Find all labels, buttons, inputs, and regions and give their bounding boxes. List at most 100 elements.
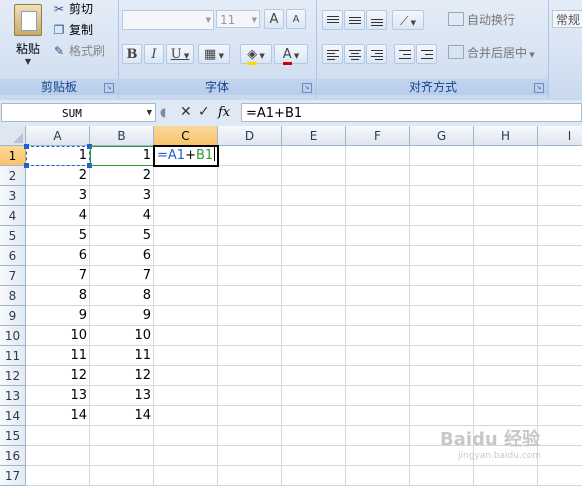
cell[interactable] [218,446,282,466]
cell[interactable] [282,146,346,166]
cell[interactable] [538,306,582,326]
cell[interactable]: 5 [90,226,154,246]
cell[interactable] [538,246,582,266]
row-header-11[interactable]: 11 [0,346,26,366]
cell[interactable] [282,286,346,306]
align-middle-button[interactable] [344,10,365,30]
cell[interactable] [538,446,582,466]
row-header-10[interactable]: 10 [0,326,26,346]
cell[interactable]: 2 [90,166,154,186]
cell[interactable] [282,186,346,206]
cell[interactable]: 8 [26,286,90,306]
cell[interactable] [346,206,410,226]
chevron-down-icon[interactable]: ▼ [147,104,152,123]
cell[interactable] [154,206,218,226]
name-box[interactable]: SUM ▼ [1,103,156,122]
font-color-button[interactable]: A ▼ [274,44,308,65]
clipboard-launcher-icon[interactable]: ↘ [104,83,114,93]
cell[interactable] [474,186,538,206]
cell[interactable] [346,346,410,366]
row-header-4[interactable]: 4 [0,206,26,226]
cell[interactable] [346,386,410,406]
copy-button[interactable]: ❐ 复制 [52,21,93,39]
cell[interactable] [282,386,346,406]
cell[interactable]: 6 [90,246,154,266]
column-header-b[interactable]: B [90,126,154,146]
column-header-h[interactable]: H [474,126,538,146]
cell[interactable] [474,146,538,166]
cell[interactable] [346,426,410,446]
cell[interactable] [154,266,218,286]
column-header-d[interactable]: D [218,126,282,146]
paste-button[interactable]: 粘贴 ▼ [8,4,48,68]
cell[interactable] [474,406,538,426]
cancel-icon[interactable]: ✕ [180,103,192,122]
cell[interactable] [154,386,218,406]
paste-dropdown-icon[interactable]: ▼ [8,57,48,66]
align-left-button[interactable] [322,44,343,64]
cell[interactable] [282,246,346,266]
number-format-combobox[interactable]: 常规 [552,10,582,28]
cell[interactable] [154,186,218,206]
resize-handle[interactable] [24,144,29,149]
cell[interactable] [154,346,218,366]
increase-indent-button[interactable] [416,44,437,64]
cell[interactable] [218,186,282,206]
row-header-15[interactable]: 15 [0,426,26,446]
cell[interactable] [218,246,282,266]
cell[interactable] [218,306,282,326]
font-size-combobox[interactable]: 11 ▼ [216,10,260,28]
cell[interactable] [218,406,282,426]
cell[interactable] [218,266,282,286]
cell[interactable] [282,446,346,466]
cell[interactable] [538,326,582,346]
shrink-font-button[interactable]: A [286,9,306,29]
cell[interactable] [154,366,218,386]
cell[interactable] [346,366,410,386]
cell[interactable] [474,346,538,366]
cell[interactable] [90,426,154,446]
cell[interactable] [154,306,218,326]
cell[interactable]: 3 [26,186,90,206]
cell[interactable] [474,166,538,186]
cell[interactable]: 6 [26,246,90,266]
active-cell-formula[interactable]: =A1+B1 [157,146,216,166]
cell[interactable] [154,286,218,306]
decrease-indent-button[interactable] [394,44,415,64]
cell[interactable]: 14 [26,406,90,426]
cell[interactable]: 5 [26,226,90,246]
row-header-7[interactable]: 7 [0,266,26,286]
grow-font-button[interactable]: A [264,9,284,29]
cell[interactable] [410,286,474,306]
cell[interactable] [538,406,582,426]
formula-input[interactable]: =A1+B1 [241,103,582,122]
resize-handle[interactable] [24,163,29,168]
cell[interactable]: 12 [90,366,154,386]
cell[interactable] [474,466,538,486]
row-header-5[interactable]: 5 [0,226,26,246]
cell[interactable] [282,206,346,226]
cell[interactable] [282,426,346,446]
cell[interactable] [538,266,582,286]
cell[interactable] [538,166,582,186]
align-bottom-button[interactable] [366,10,387,30]
cell[interactable] [538,426,582,446]
cell[interactable] [538,206,582,226]
cell[interactable] [282,346,346,366]
chevron-down-icon[interactable]: ▼ [206,11,211,29]
cell[interactable] [218,286,282,306]
cell[interactable] [474,326,538,346]
cell[interactable] [218,206,282,226]
merge-center-button[interactable]: 合并后居中 ▼ [448,44,535,64]
cell[interactable] [538,386,582,406]
cell[interactable] [538,466,582,486]
cell[interactable] [282,406,346,426]
cell[interactable] [218,426,282,446]
cell[interactable] [90,466,154,486]
cell[interactable] [474,286,538,306]
cell[interactable] [346,266,410,286]
cell[interactable] [154,406,218,426]
cell[interactable]: 9 [26,306,90,326]
row-header-9[interactable]: 9 [0,306,26,326]
enter-icon[interactable]: ✓ [198,103,210,122]
